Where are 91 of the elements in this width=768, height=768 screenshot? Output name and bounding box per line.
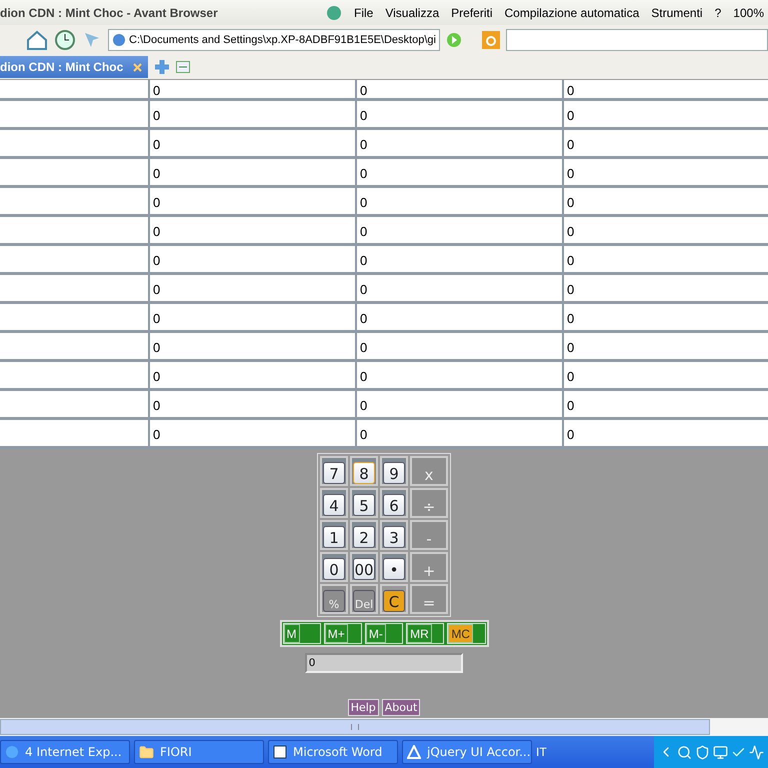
menu-item[interactable]: Preferiti — [451, 6, 492, 20]
calculator-key[interactable]: 1 — [320, 520, 348, 550]
address-bar[interactable]: C:\Documents and Settings\xp.XP-8ADBF91B1E5E\Desktop\gi — [108, 29, 440, 51]
pulse-icon[interactable] — [749, 744, 764, 760]
table-cell: 0 — [148, 362, 355, 388]
browser-tab[interactable]: dion CDN : Mint Choc — [0, 56, 148, 78]
folder-icon — [139, 744, 154, 760]
table-cell: 0 — [562, 333, 768, 359]
calculator-key[interactable]: 7 — [320, 456, 348, 486]
table-cell: 0 — [562, 217, 768, 243]
scrollbar-thumb[interactable] — [0, 719, 710, 735]
memory-key[interactable]: MR — [406, 623, 444, 644]
monitor-icon[interactable] — [713, 744, 728, 760]
table-cell: 0 — [148, 188, 355, 214]
table-cell: 0 — [355, 188, 562, 214]
memory-key[interactable]: M — [282, 623, 321, 644]
calculator-key[interactable]: 6 — [380, 488, 408, 518]
table-cell: 0 — [355, 159, 562, 185]
calculator-key[interactable]: 2 — [350, 520, 378, 550]
plus-icon[interactable] — [154, 59, 170, 75]
table-cell: 0 — [148, 304, 355, 330]
table-cell: 0 — [148, 275, 355, 301]
table-cell: 0 — [148, 80, 355, 98]
table-cell: 0 — [148, 217, 355, 243]
menu-item[interactable]: Strumenti — [651, 6, 703, 20]
search-icon[interactable] — [677, 744, 692, 760]
taskbar-button[interactable]: 4 Internet Exp... — [0, 740, 130, 764]
calculator-key[interactable]: 8 — [350, 456, 378, 486]
table-cell: 0 — [148, 159, 355, 185]
table-cell: 0 — [148, 246, 355, 272]
table-cell: 0 — [355, 420, 562, 446]
window-title: dion CDN : Mint Choc - Avant Browser — [0, 6, 218, 20]
table-cell: 0 — [355, 362, 562, 388]
table-cell: 0 — [355, 333, 562, 359]
calculator-display[interactable]: 0 — [305, 653, 463, 673]
table-cell: 0 — [355, 217, 562, 243]
search-field[interactable] — [506, 29, 768, 51]
shield-icon[interactable] — [695, 744, 710, 760]
menu-item[interactable]: File — [354, 6, 374, 20]
table-cell: 0 — [562, 420, 768, 446]
table-cell: 0 — [562, 391, 768, 417]
clock-icon[interactable] — [54, 29, 76, 51]
go-icon[interactable] — [446, 32, 462, 48]
table-cell: 0 — [148, 391, 355, 417]
menu-item[interactable]: Compilazione automatica — [504, 6, 640, 20]
calculator-key[interactable]: 0 — [320, 552, 348, 582]
link-button[interactable]: Help — [348, 699, 379, 716]
table-cell: 0 — [562, 304, 768, 330]
table-cell: 0 — [562, 275, 768, 301]
link-button[interactable]: About — [382, 699, 420, 716]
calculator-key[interactable]: 9 — [380, 456, 408, 486]
menu-item[interactable]: Visualizza — [385, 6, 440, 20]
calculator-key[interactable]: • — [380, 552, 408, 582]
calculator-key[interactable]: C — [380, 584, 408, 614]
table-cell: 0 — [355, 246, 562, 272]
taskbar-button[interactable]: FIORI — [134, 740, 264, 764]
table-cell: 0 — [148, 130, 355, 156]
memory-key[interactable]: MC — [447, 623, 486, 644]
table-cell: 0 — [562, 188, 768, 214]
table-cell: 0 — [562, 130, 768, 156]
menu-item[interactable]: ? — [714, 6, 722, 20]
table-cell: 0 — [148, 333, 355, 359]
triangle-icon — [407, 745, 421, 759]
taskbar-button[interactable]: jQuery UI Accor... — [402, 740, 532, 764]
language-indicator[interactable]: IT — [536, 745, 547, 759]
search-engine-icon[interactable] — [482, 31, 500, 49]
address-text: C:\Documents and Settings\xp.XP-8ADBF91B1E5E\Desktop\gi — [129, 34, 436, 46]
calculator-key[interactable]: 3 — [380, 520, 408, 550]
table-cell: 0 — [355, 391, 562, 417]
calculator-key[interactable]: 5 — [350, 488, 378, 518]
table-cell: 0 — [562, 246, 768, 272]
taskbar-button[interactable]: Microsoft Word — [268, 740, 398, 764]
memory-key[interactable]: M+ — [324, 623, 362, 644]
table-cell: 0 — [355, 275, 562, 301]
close-icon[interactable] — [133, 62, 142, 72]
table-cell: 0 — [562, 362, 768, 388]
table-cell: 0 — [355, 80, 562, 98]
calculator-key[interactable]: 4 — [320, 488, 348, 518]
table-cell: 0 — [562, 159, 768, 185]
table-cell: 0 — [148, 420, 355, 446]
home-icon[interactable] — [26, 30, 48, 50]
table-cell: 0 — [355, 130, 562, 156]
zoom-level[interactable]: 100% — [733, 6, 764, 20]
calculator-key[interactable]: 00 — [350, 552, 378, 582]
table-cell: 0 — [355, 101, 562, 127]
table-cell: 0 — [562, 101, 768, 127]
memory-key[interactable]: M- — [364, 623, 404, 644]
table-cell: 0 — [148, 101, 355, 127]
table-cell: 0 — [355, 304, 562, 330]
document-icon — [273, 745, 287, 759]
table-cell: 0 — [562, 80, 768, 98]
